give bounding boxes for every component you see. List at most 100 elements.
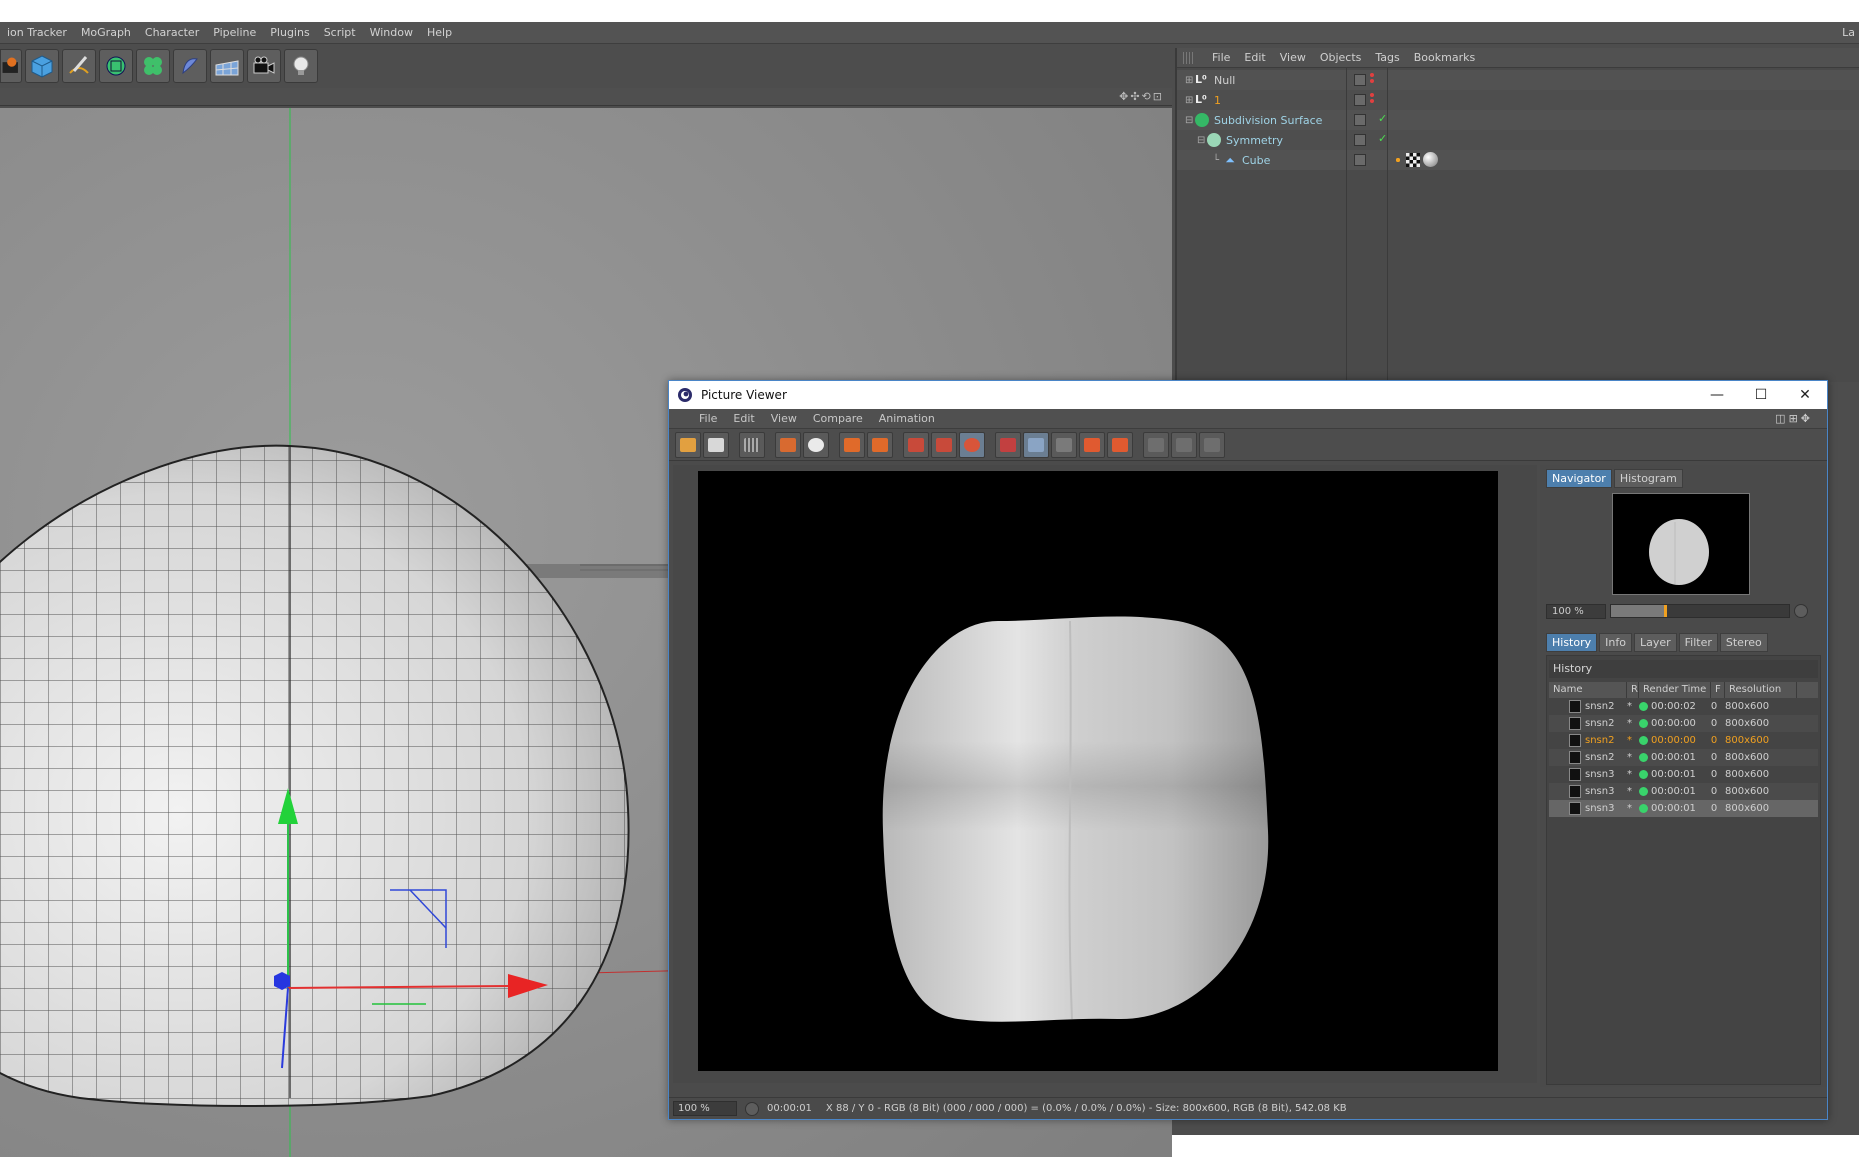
panel-grip-icon[interactable] bbox=[1183, 52, 1195, 64]
layer-toggle-icon[interactable] bbox=[1354, 114, 1366, 126]
tree-item-symmetry[interactable]: ⊟ Symmetry bbox=[1197, 130, 1283, 150]
deformer-button[interactable] bbox=[173, 49, 207, 83]
history-row-selected[interactable]: snsn3 * 00:00:01 0 800x600 bbox=[1549, 800, 1818, 817]
light-button[interactable] bbox=[284, 49, 318, 83]
viewport-nav-icons[interactable]: ✥✣⟲⊡ bbox=[1119, 90, 1164, 103]
menu-help[interactable]: Help bbox=[420, 26, 459, 39]
minimize-button[interactable]: — bbox=[1695, 381, 1739, 409]
fit-button[interactable] bbox=[1199, 431, 1225, 458]
pv-menu-edit[interactable]: Edit bbox=[725, 412, 762, 425]
picture-viewer-titlebar[interactable]: Picture Viewer — ☐ ✕ bbox=[669, 381, 1827, 409]
tab-filter[interactable]: Filter bbox=[1678, 633, 1718, 652]
render-button[interactable] bbox=[0, 49, 22, 83]
visibility-dot-icon[interactable] bbox=[1370, 99, 1374, 103]
save-button[interactable] bbox=[703, 431, 729, 458]
om-menu-file[interactable]: File bbox=[1205, 51, 1237, 64]
pv-menu-view[interactable]: View bbox=[763, 412, 805, 425]
layer-toggle-icon[interactable] bbox=[1354, 94, 1366, 106]
layer-toggle-icon[interactable] bbox=[1354, 74, 1366, 86]
tab-info[interactable]: Info bbox=[1599, 633, 1632, 652]
picture-viewer-canvas[interactable] bbox=[673, 465, 1537, 1083]
pv-menu-compare[interactable]: Compare bbox=[805, 412, 871, 425]
layer-toggle-icon[interactable] bbox=[1354, 134, 1366, 146]
visibility-dot-icon[interactable] bbox=[1370, 93, 1374, 97]
set-a-button[interactable] bbox=[1079, 431, 1105, 458]
menu-window[interactable]: Window bbox=[363, 26, 420, 39]
visibility-dot-icon[interactable] bbox=[1370, 73, 1374, 77]
enabled-check-icon[interactable]: ✓ bbox=[1378, 112, 1387, 125]
tab-history[interactable]: History bbox=[1546, 633, 1598, 652]
texture-tag-icon[interactable] bbox=[1406, 152, 1420, 167]
ab-toggle-button[interactable] bbox=[995, 431, 1021, 458]
menu-motion-tracker[interactable]: ion Tracker bbox=[0, 26, 74, 39]
menu-mograph[interactable]: MoGraph bbox=[74, 26, 138, 39]
rerender-button[interactable] bbox=[931, 431, 957, 458]
pv-menu-file[interactable]: File bbox=[691, 412, 725, 425]
copy-button[interactable] bbox=[839, 431, 865, 458]
camera-button[interactable] bbox=[247, 49, 281, 83]
tree-item-cube[interactable]: └ ⏶ Cube bbox=[1213, 150, 1270, 170]
om-menu-objects[interactable]: Objects bbox=[1313, 51, 1369, 64]
col-resolution[interactable]: Resolution bbox=[1725, 682, 1797, 698]
tab-histogram[interactable]: Histogram bbox=[1613, 469, 1683, 488]
navigator-thumbnail[interactable] bbox=[1612, 493, 1750, 595]
status-zoom-field[interactable]: 100 % bbox=[673, 1101, 737, 1116]
swap-button[interactable] bbox=[1143, 431, 1169, 458]
history-row[interactable]: snsn2 * 00:00:02 0 800x600 bbox=[1549, 698, 1818, 715]
zoom-field[interactable]: 100 % bbox=[1546, 603, 1606, 619]
history-row[interactable]: snsn3 * 00:00:01 0 800x600 bbox=[1549, 783, 1818, 800]
enabled-check-icon[interactable]: ✓ bbox=[1378, 132, 1387, 145]
layer-toggle-icon[interactable] bbox=[1354, 154, 1366, 166]
mograph-cloner-button[interactable] bbox=[136, 49, 170, 83]
cube-tool-button[interactable] bbox=[25, 49, 59, 83]
tree-item-1[interactable]: ⊞ L⁰ 1 bbox=[1185, 90, 1221, 110]
ab-compare-button[interactable] bbox=[1051, 431, 1077, 458]
pv-menu-animation[interactable]: Animation bbox=[871, 412, 943, 425]
history-row[interactable]: snsn2 * 00:00:00 0 800x600 bbox=[1549, 715, 1818, 732]
history-row[interactable]: snsn2 * 00:00:00 0 800x600 bbox=[1549, 732, 1818, 749]
history-row[interactable]: snsn3 * 00:00:01 0 800x600 bbox=[1549, 766, 1818, 783]
zoom-slider[interactable] bbox=[1610, 604, 1790, 618]
menu-script[interactable]: Script bbox=[317, 26, 363, 39]
visibility-dot-icon[interactable] bbox=[1370, 79, 1374, 83]
expand-icon[interactable]: ⊞ bbox=[1185, 75, 1195, 86]
pen-tool-button[interactable] bbox=[62, 49, 96, 83]
collapse-icon[interactable]: ⊟ bbox=[1185, 115, 1195, 126]
render-pv-button[interactable] bbox=[803, 431, 829, 458]
tab-stereo[interactable]: Stereo bbox=[1719, 633, 1768, 652]
phong-tag-icon[interactable] bbox=[1393, 154, 1403, 165]
dock-icons[interactable]: ◫⊞✥ bbox=[1767, 412, 1821, 425]
tree-item-null[interactable]: ⊞ L⁰ Null bbox=[1185, 70, 1235, 90]
collapse-icon[interactable]: ⊟ bbox=[1197, 135, 1207, 146]
expand-icon[interactable]: ⊞ bbox=[1185, 95, 1195, 106]
om-menu-bookmarks[interactable]: Bookmarks bbox=[1407, 51, 1482, 64]
material-tag-icon[interactable] bbox=[1423, 152, 1438, 167]
col-f[interactable]: F bbox=[1711, 682, 1725, 698]
layout-label[interactable]: La bbox=[1842, 26, 1855, 39]
open-button[interactable] bbox=[675, 431, 701, 458]
stop-render-button[interactable] bbox=[903, 431, 929, 458]
split-view-button[interactable] bbox=[1023, 431, 1049, 458]
menu-character[interactable]: Character bbox=[138, 26, 206, 39]
tab-navigator[interactable]: Navigator bbox=[1546, 469, 1612, 488]
history-row[interactable]: snsn2 * 00:00:01 0 800x600 bbox=[1549, 749, 1818, 766]
set-b-button[interactable] bbox=[1107, 431, 1133, 458]
compare-button[interactable] bbox=[959, 431, 985, 458]
col-r[interactable]: R bbox=[1627, 682, 1639, 698]
tree-item-subdivision-surface[interactable]: ⊟ Subdivision Surface bbox=[1185, 110, 1322, 130]
render-view-button[interactable] bbox=[775, 431, 801, 458]
col-render-time[interactable]: Render Time bbox=[1639, 682, 1711, 698]
difference-button[interactable] bbox=[1171, 431, 1197, 458]
menu-pipeline[interactable]: Pipeline bbox=[206, 26, 263, 39]
floor-button[interactable] bbox=[210, 49, 244, 83]
paste-button[interactable] bbox=[867, 431, 893, 458]
subdivision-button[interactable] bbox=[99, 49, 133, 83]
om-menu-tags[interactable]: Tags bbox=[1368, 51, 1406, 64]
render-region-button[interactable] bbox=[739, 431, 765, 458]
om-menu-view[interactable]: View bbox=[1273, 51, 1313, 64]
play-icon[interactable] bbox=[745, 1101, 759, 1116]
menu-plugins[interactable]: Plugins bbox=[263, 26, 316, 39]
tab-layer[interactable]: Layer bbox=[1633, 633, 1677, 652]
maximize-button[interactable]: ☐ bbox=[1739, 381, 1783, 409]
close-button[interactable]: ✕ bbox=[1783, 381, 1827, 409]
